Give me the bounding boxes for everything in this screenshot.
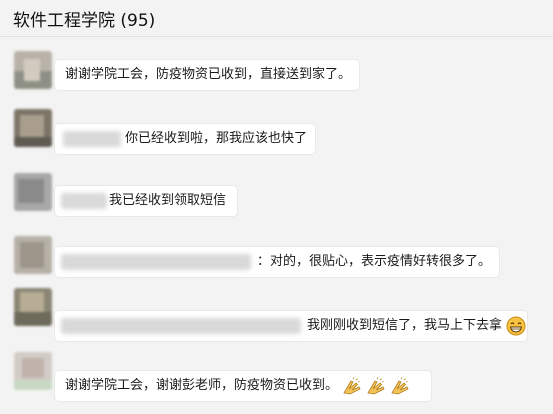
- avatar[interactable]: [14, 109, 52, 147]
- message-bubble: 你已经收到啦，那我应该也快了: [55, 124, 315, 154]
- message-bubble: 我刚刚收到短信了，我马上下去拿: [55, 311, 527, 341]
- blurred-name: [63, 131, 121, 147]
- avatar[interactable]: [14, 173, 52, 211]
- avatar[interactable]: [14, 236, 52, 274]
- message-bubble: ：对的，很贴心，表示疫情好转很多了。: [55, 247, 499, 277]
- message-text: 我刚刚收到短信了，我马上下去拿: [307, 311, 526, 341]
- clapping-hands-icon: [391, 376, 409, 394]
- message-text: 我已经收到领取短信: [109, 193, 227, 208]
- blurred-name: [61, 318, 301, 334]
- clapping-hands-icon: [367, 376, 385, 394]
- message-text: 你已经收到啦，那我应该也快了: [125, 131, 308, 146]
- grin-icon: [506, 316, 526, 335]
- avatar[interactable]: [14, 51, 52, 89]
- chat-header: 软件工程学院 (95): [0, 0, 553, 37]
- avatar[interactable]: [14, 352, 52, 390]
- avatar[interactable]: [14, 288, 52, 326]
- message-text: 谢谢学院工会，防疫物资已收到，直接送到家了。: [65, 67, 352, 82]
- message-text-content: 我刚刚收到短信了，我马上下去拿: [307, 318, 503, 333]
- group-title: 软件工程学院 (95): [13, 11, 156, 31]
- message-bubble: 谢谢学院工会，防疫物资已收到，直接送到家了。: [55, 60, 359, 90]
- message-text: ：对的，很贴心，表示疫情好转很多了。: [257, 254, 492, 269]
- clapping-hands-icon: [343, 376, 361, 394]
- message-bubble: 谢谢学院工会，谢谢彭老师，防疫物资已收到。: [55, 371, 431, 401]
- blurred-name: [61, 254, 251, 270]
- blurred-name: [61, 193, 107, 209]
- message-text: 谢谢学院工会，谢谢彭老师，防疫物资已收到。: [65, 371, 410, 401]
- message-bubble: 我已经收到领取短信: [55, 186, 237, 216]
- message-text-content: 谢谢学院工会，谢谢彭老师，防疫物资已收到。: [65, 378, 339, 393]
